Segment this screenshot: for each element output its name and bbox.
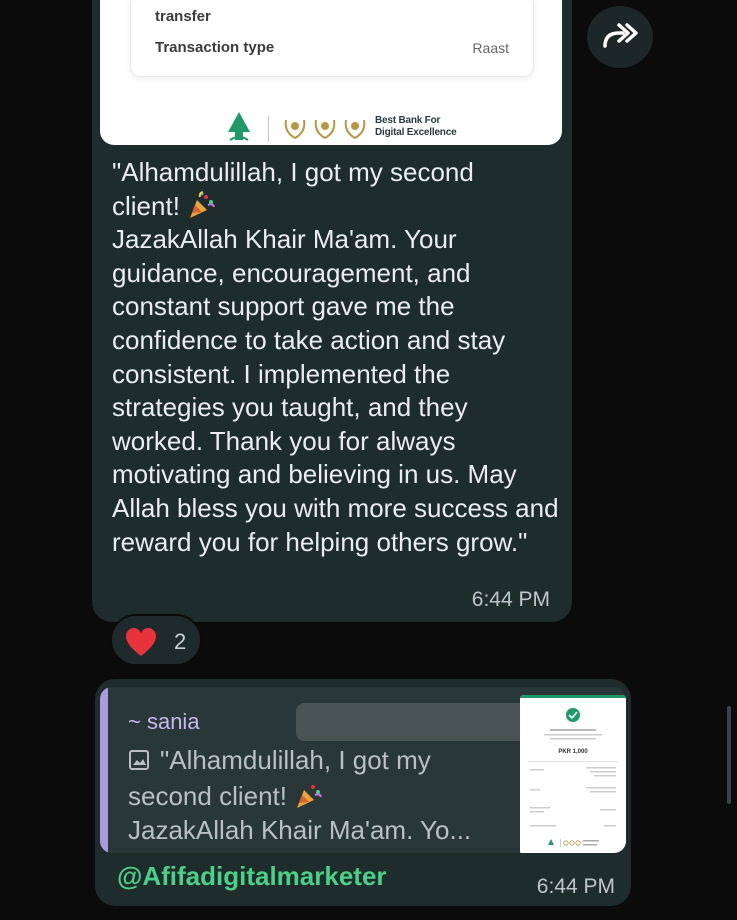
message-line-2: client!: [112, 190, 562, 224]
svg-text:PKR 1,000: PKR 1,000: [558, 749, 588, 755]
receipt-award-text: Best Bank For Digital Excellence: [375, 115, 457, 138]
mention-link[interactable]: @Afifadigitalmarketer: [117, 861, 387, 892]
reply-message-bubble[interactable]: ~ sania "Alhamdulillah, I got my second …: [95, 679, 631, 906]
forward-button[interactable]: [587, 6, 653, 68]
message-bubble[interactable]: transfer Transaction type Raast Best Ban…: [92, 0, 572, 622]
message-body: JazakAllah Khair Ma'am. Your guidance, e…: [112, 224, 559, 557]
quoted-text-line-2: second client!: [128, 781, 323, 812]
receipt-transfer-text: transfer: [155, 8, 211, 25]
quoted-receipt-thumbnail[interactable]: PKR 1,000: [520, 695, 626, 853]
quoted-text-line-3: JazakAllah Khair Ma'am. Yo...: [128, 815, 472, 845]
receipt-transaction-type-label: Transaction type: [155, 39, 275, 56]
reaction-count: 2: [174, 629, 187, 654]
scrollbar[interactable]: [727, 706, 731, 804]
receipt-transaction-type-value: Raast: [472, 40, 509, 56]
image-icon: [129, 750, 149, 770]
message-text: "Alhamdulillah, I got my second client! …: [112, 156, 562, 559]
reply-timestamp: 6:44 PM: [536, 875, 615, 898]
heart-icon: [126, 628, 156, 656]
redacted-phone-number: [296, 703, 532, 741]
quoted-sender-name: ~ sania: [128, 709, 200, 734]
forward-icon: [603, 23, 638, 48]
receipt-card: transfer Transaction type Raast: [130, 0, 534, 77]
check-icon: [566, 708, 580, 722]
reaction-badge[interactable]: 2: [110, 614, 202, 666]
message-line-1: "Alhamdulillah, I got my second: [112, 157, 474, 187]
party-popper-icon: [189, 190, 215, 218]
receipt-divider: [268, 116, 269, 142]
quoted-text-line-1: "Alhamdulillah, I got my: [160, 745, 431, 775]
message-timestamp: 6:44 PM: [471, 588, 550, 611]
quote-accent-bar: [100, 687, 108, 853]
party-popper-icon: [296, 785, 322, 808]
receipt-image[interactable]: transfer Transaction type Raast Best Ban…: [100, 0, 562, 145]
quoted-message[interactable]: ~ sania "Alhamdulillah, I got my second …: [100, 687, 626, 853]
receipt-thumbnail-graphic: PKR 1,000: [520, 695, 626, 847]
award-laurel-icon: [284, 119, 366, 140]
bank-logo-icon: [228, 112, 250, 141]
